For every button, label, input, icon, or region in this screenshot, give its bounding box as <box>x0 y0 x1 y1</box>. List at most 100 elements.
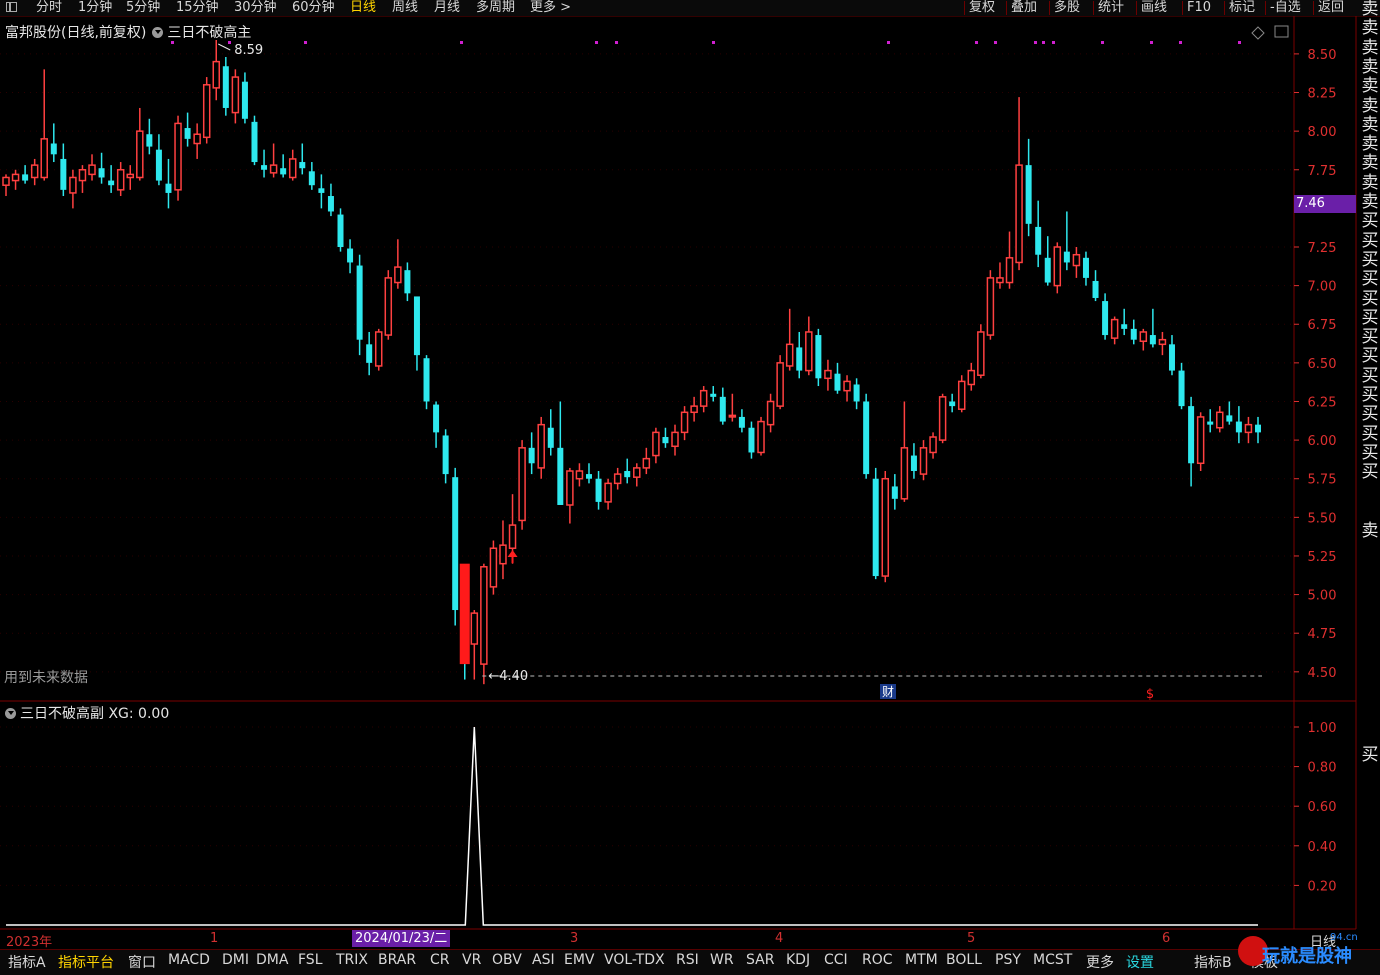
candle-body-68 <box>652 431 660 457</box>
cursor-date: 2024/01/23/二 <box>352 930 451 947</box>
dropdown-circle-icon[interactable] <box>152 27 164 38</box>
indicator-0[interactable]: 指标A <box>8 952 46 972</box>
candle-body-49 <box>470 612 479 645</box>
candle-body-7 <box>69 176 77 194</box>
candle-body-85 <box>815 335 822 379</box>
indicator-6[interactable]: FSL <box>298 952 323 968</box>
sub-label-1: 0.80 <box>1308 761 1337 776</box>
candle-body-4 <box>40 138 48 179</box>
signal-0: 卖 <box>1361 0 1379 19</box>
time-m5: 5 <box>967 931 976 946</box>
candle-body-112 <box>1072 253 1081 267</box>
signal-sub: 买 <box>1361 745 1379 765</box>
candle-body-130 <box>1244 423 1253 434</box>
candle-body-100 <box>957 380 966 410</box>
candle-body-131 <box>1255 424 1261 433</box>
candle-body-116 <box>1110 318 1119 339</box>
price-label-3: 7.75 <box>1308 164 1337 179</box>
indicator-27[interactable]: 指标B <box>1194 952 1232 972</box>
indicator-7[interactable]: TRIX <box>336 952 368 968</box>
price-label-5: 7.00 <box>1308 280 1337 295</box>
candle-body-41 <box>394 266 402 284</box>
candle-body-88 <box>843 380 851 392</box>
indicator-10[interactable]: VR <box>462 952 481 968</box>
marker-dot-10 <box>1034 41 1037 44</box>
sub-formula-title: 三日不破高副 XG: 0.00 <box>20 706 170 722</box>
indicator-17[interactable]: SAR <box>746 952 774 968</box>
indicator-5[interactable]: DMA <box>256 952 288 968</box>
candle-body-104 <box>996 277 1004 284</box>
candle-body-76 <box>728 414 737 418</box>
candle-body-34 <box>327 196 334 212</box>
candle-body-75 <box>719 396 726 422</box>
indicator-13[interactable]: EMV <box>564 952 595 968</box>
signal-1: 卖 <box>1361 18 1379 39</box>
price-label-12: 5.25 <box>1308 550 1337 565</box>
indicator-3[interactable]: MACD <box>168 952 210 968</box>
candle-body-24 <box>231 76 240 114</box>
candle-body-122 <box>1168 344 1175 371</box>
signal-column: 卖卖卖卖卖卖卖卖卖卖卖买买买买买买买买买买买买买买卖买 <box>1358 0 1380 920</box>
signal-16: 买 <box>1361 307 1379 328</box>
candle-body-108 <box>1035 226 1042 255</box>
indicator-11[interactable]: OBV <box>492 952 522 968</box>
indicator-9[interactable]: CR <box>430 952 450 968</box>
indicator-22[interactable]: BOLL <box>946 952 982 968</box>
indicator-25[interactable]: 更多 <box>1086 952 1114 972</box>
candle-body-65 <box>624 471 631 478</box>
indicator-23[interactable]: PSY <box>995 952 1021 968</box>
indicator-24[interactable]: MCST <box>1033 952 1072 968</box>
candle-body-16 <box>155 149 162 181</box>
marker-dot-5 <box>615 41 618 44</box>
marker-dot-13 <box>1101 41 1104 44</box>
candle-body-6 <box>60 158 67 190</box>
candle-body-18 <box>174 122 182 191</box>
price-label-14: 4.75 <box>1308 627 1337 642</box>
candle-body-86 <box>824 369 832 380</box>
candle-body-74 <box>710 393 717 397</box>
signal-3: 卖 <box>1361 56 1379 77</box>
candle-body-21 <box>202 84 211 139</box>
candle-body-26 <box>251 121 258 163</box>
indicator-12[interactable]: ASI <box>532 952 555 968</box>
candle-body-90 <box>863 401 870 475</box>
indicator-1[interactable]: 指标平台 <box>58 952 114 972</box>
candle-body-40 <box>384 277 393 336</box>
indicator-8[interactable]: BRAR <box>378 952 416 968</box>
signal-10: 卖 <box>1361 192 1379 212</box>
signal-14: 买 <box>1361 269 1379 290</box>
price-label-11: 5.50 <box>1308 511 1337 526</box>
dropdown-circle-icon[interactable] <box>5 708 16 719</box>
candle-body-89 <box>853 384 860 402</box>
signal-8: 卖 <box>1361 153 1379 174</box>
time-year: 2023年 <box>6 935 53 950</box>
candle-body-126 <box>1207 421 1214 425</box>
panel-toggle-icon <box>1274 25 1289 38</box>
indicator-18[interactable]: KDJ <box>786 952 810 968</box>
candle-body-72 <box>690 405 698 414</box>
indicator-16[interactable]: WR <box>710 952 734 968</box>
candle-body-36 <box>347 248 354 263</box>
watermark-logo: 玩就是股神 94.cn <box>1232 930 1380 974</box>
kline-chart[interactable]: 8.50 8.25 8.00 7.75 7.25 7.00 6.75 6.50 6.25 6.00… <box>0 0 1380 974</box>
indicator-14[interactable]: VOL-TDX <box>604 952 665 968</box>
indicator-2[interactable]: 窗口 <box>128 952 156 972</box>
current-price-box: 7.46 <box>1294 195 1356 213</box>
candle-body-29 <box>280 168 287 175</box>
candle-body-64 <box>613 473 622 485</box>
marker-dot-14 <box>1150 41 1153 44</box>
price-label-7: 6.50 <box>1308 357 1337 372</box>
candle-body-54 <box>518 447 526 522</box>
candle-body-32 <box>308 171 315 186</box>
indicator-26[interactable]: 设置 <box>1126 952 1154 972</box>
indicator-19[interactable]: CCI <box>824 952 848 968</box>
price-label-13: 5.00 <box>1308 589 1337 604</box>
marker-dot-8 <box>975 41 978 44</box>
logo-text: 玩就是股神 <box>1262 946 1352 967</box>
candle-body-35 <box>337 214 344 247</box>
candle-body-80 <box>766 400 775 426</box>
indicator-4[interactable]: DMI <box>222 952 249 968</box>
indicator-15[interactable]: RSI <box>676 952 699 968</box>
indicator-21[interactable]: MTM <box>905 952 938 968</box>
indicator-20[interactable]: ROC <box>862 952 893 968</box>
